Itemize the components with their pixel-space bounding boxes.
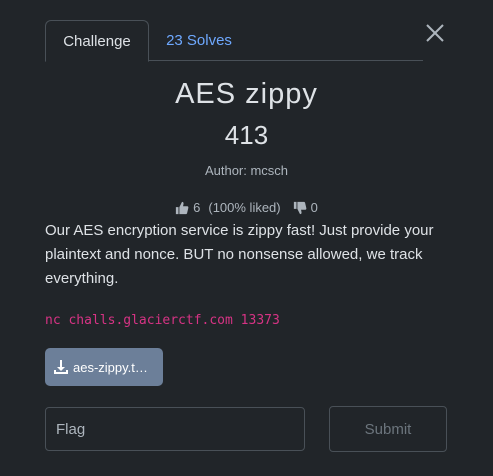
close-icon	[426, 24, 444, 42]
challenge-title: AES zippy	[175, 78, 318, 110]
tab-bar: Challenge 23 Solves	[45, 20, 423, 62]
dislikes-count: 0	[310, 200, 318, 215]
liked-percent: (100% liked)	[208, 200, 281, 215]
challenge-modal: Challenge 23 Solves AES zippy 413 Author…	[0, 0, 493, 476]
connection-info: nc challs.glacierctf.com 13373	[45, 313, 280, 328]
thumbs-down-icon[interactable]	[293, 201, 307, 215]
challenge-points: 413	[224, 120, 269, 150]
challenge-description: Our AES encryption service is zippy fast…	[45, 222, 434, 287]
challenge-author: Author: mcsch	[204, 163, 289, 178]
close-button[interactable]	[424, 22, 446, 44]
download-icon	[54, 360, 68, 374]
submit-button[interactable]: Submit	[329, 406, 447, 452]
file-name: aes-zippy.t…	[73, 359, 148, 375]
likes-count: 6	[193, 200, 201, 215]
download-file-button[interactable]: aes-zippy.t…	[45, 348, 163, 386]
thumbs-up-icon[interactable]	[175, 201, 189, 215]
tab-solves[interactable]: 23 Solves	[149, 20, 249, 61]
flag-input[interactable]	[45, 407, 305, 451]
tab-challenge[interactable]: Challenge	[45, 20, 149, 62]
rating-row: 6 (100% liked) 0	[0, 200, 493, 215]
